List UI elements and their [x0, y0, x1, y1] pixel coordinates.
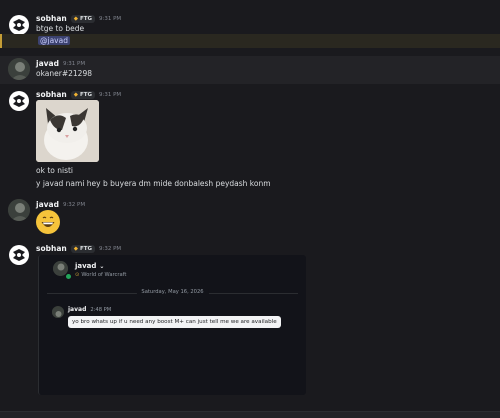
timestamp: 9:32 PM: [62, 201, 86, 208]
embed-username-row: javad ⌄: [75, 262, 104, 270]
username[interactable]: javad: [36, 200, 59, 209]
user-photo-icon: [8, 58, 30, 80]
timestamp: 9:31 PM: [62, 60, 86, 67]
embed-inner-time: 2:48 PM: [90, 306, 112, 313]
embed-inner-avatar: [52, 306, 64, 318]
message-text: ok to nisti: [36, 166, 73, 175]
username[interactable]: javad: [36, 59, 59, 68]
username[interactable]: sobhan: [36, 90, 67, 99]
screenshot-embed[interactable]: javad ⌄ ⊙ World of Warcraft Saturday, Ma…: [38, 255, 306, 395]
avatar-sobhan[interactable]: [8, 90, 30, 112]
message-text: okaner#21298: [36, 69, 92, 78]
chevron-down-icon: ⌄: [99, 262, 105, 270]
avatar-javad[interactable]: [8, 199, 30, 221]
server-tag[interactable]: ◆ FTG: [70, 90, 95, 99]
cat-image-attachment[interactable]: [36, 100, 99, 162]
tag-label: FTG: [79, 91, 92, 98]
embed-inner-message: yo bro whats up if u need any boost M+ c…: [68, 316, 281, 328]
avatar-sobhan[interactable]: [8, 244, 30, 266]
avatar-javad[interactable]: [8, 58, 30, 80]
ftg-logo-icon: [9, 91, 29, 111]
mention[interactable]: @javad: [38, 36, 70, 45]
server-tag[interactable]: ◆ FTG: [70, 14, 95, 23]
mention-highlight: @javad: [0, 34, 500, 48]
cat-photo-icon: [36, 100, 99, 162]
crown-icon: ◆: [73, 91, 78, 98]
date-divider-label: Saturday, May 16, 2026: [136, 289, 209, 295]
username[interactable]: sobhan: [36, 244, 67, 253]
avatar-sobhan[interactable]: [8, 14, 30, 36]
timestamp: 9:31 PM: [99, 91, 122, 98]
user-photo-icon: [8, 199, 30, 221]
tag-label: FTG: [79, 15, 92, 22]
ftg-logo-icon: [9, 15, 29, 35]
timestamp: 9:32 PM: [99, 245, 122, 252]
crown-icon: ◆: [73, 15, 78, 22]
crown-icon: ◆: [73, 245, 78, 252]
embed-game: World of Warcraft: [81, 272, 127, 278]
grinning-face-emoji-icon: [36, 210, 60, 234]
embed-inner-username: javad: [68, 306, 87, 313]
tag-label: FTG: [79, 245, 92, 252]
server-tag[interactable]: ◆ FTG: [70, 244, 95, 253]
online-status-icon: [65, 273, 72, 280]
ftg-logo-icon: [9, 245, 29, 265]
game-icon: ⊙: [75, 272, 80, 278]
username[interactable]: sobhan: [36, 14, 67, 23]
embed-activity: ⊙ World of Warcraft: [75, 272, 126, 278]
message-text: btge to bede: [36, 24, 85, 33]
message-text: y javad nami hey b buyera dm mide donbal…: [36, 179, 271, 188]
embed-username: javad: [75, 262, 97, 270]
message-input-bar[interactable]: [0, 411, 500, 418]
embed-inner-header: javad 2:48 PM: [68, 306, 111, 313]
timestamp: 9:31 PM: [99, 15, 122, 22]
